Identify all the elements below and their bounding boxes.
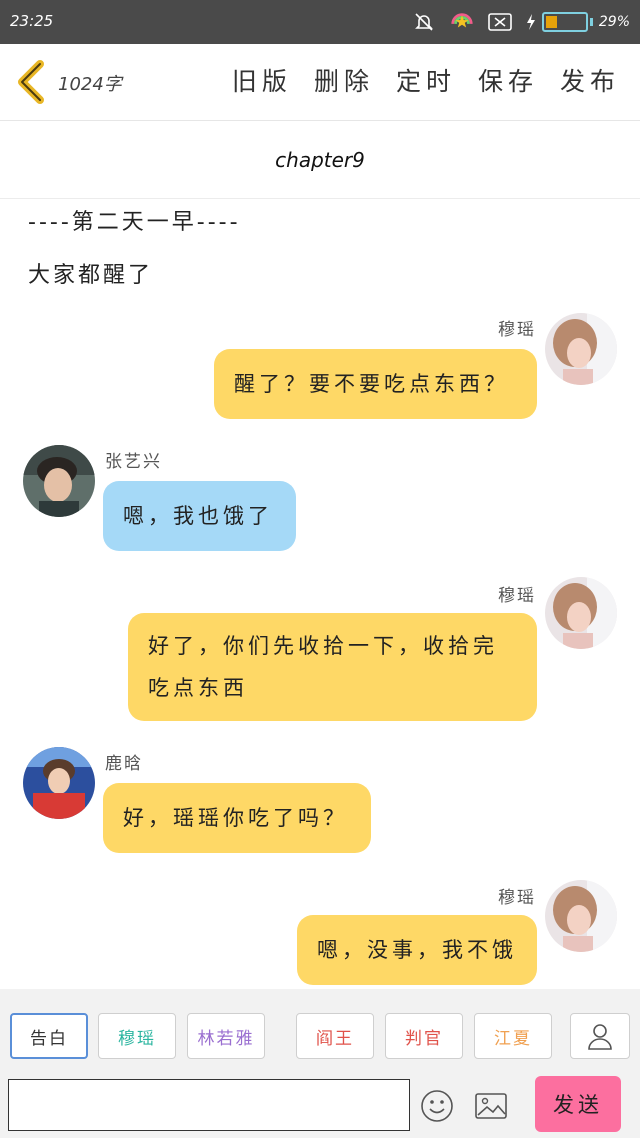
avatar-muyao[interactable] (545, 880, 617, 952)
narration-line: 大家都醒了 (28, 263, 154, 288)
battery-fill (545, 16, 557, 28)
message-input[interactable] (8, 1079, 410, 1131)
chip-character[interactable]: 判官 (385, 1013, 463, 1059)
chevron-left-icon (18, 60, 44, 104)
status-bar: 23:25 29% (0, 0, 640, 44)
chip-character[interactable]: 穆瑶 (98, 1013, 176, 1059)
emoji-button[interactable] (420, 1089, 454, 1123)
schedule-button[interactable]: 定时 (396, 62, 456, 98)
message-line: 好了，你们先收拾一下，收拾完 (148, 634, 498, 658)
publish-button[interactable]: 发布 (560, 62, 620, 98)
message-bubble[interactable]: 醒了？要不要吃点东西？ (214, 349, 537, 419)
message-sender-name: 穆瑶 (498, 888, 536, 908)
message-sender-name: 穆瑶 (498, 320, 536, 340)
message-bubble[interactable]: 嗯，我也饿了 (103, 481, 296, 551)
status-time: 23:25 (10, 12, 54, 30)
delete-button[interactable]: 删除 (314, 62, 374, 98)
message-bubble[interactable]: 好，瑶瑶你吃了吗？ (103, 783, 371, 853)
battery-percent: 29% (598, 14, 630, 30)
message-sender-name: 张艺兴 (105, 452, 162, 472)
status-icons: 29% (412, 8, 630, 36)
message-sender-name: 穆瑶 (498, 586, 536, 606)
back-button[interactable] (14, 58, 50, 106)
character-selector: 告白 穆瑶 林若雅 阎王 判官 江夏 (0, 989, 640, 1075)
charging-icon (526, 14, 535, 30)
user-icon (588, 1024, 612, 1050)
notification-muted-icon (412, 10, 436, 34)
smiley-icon (421, 1090, 453, 1122)
add-character-button[interactable] (570, 1013, 630, 1059)
app-star-icon (450, 10, 474, 34)
story-content: ----第二天一早---- 大家都醒了 穆瑶 醒了？要不要吃点东西？ 张艺兴 嗯… (0, 199, 640, 989)
message-bubble[interactable]: 好了，你们先收拾一下，收拾完 吃点东西 (128, 613, 537, 721)
editor-header: 1024字 旧版 删除 定时 保存 发布 (0, 44, 640, 121)
avatar-muyao[interactable] (545, 577, 617, 649)
battery-indicator: 29% (526, 12, 630, 32)
image-button[interactable] (474, 1089, 508, 1123)
message-sender-name: 鹿晗 (105, 754, 143, 774)
sim-off-icon (488, 10, 512, 34)
message-line: 吃点东西 (148, 676, 248, 700)
chip-character[interactable]: 林若雅 (187, 1013, 265, 1059)
avatar-zhangyixing[interactable] (23, 445, 95, 517)
save-button[interactable]: 保存 (478, 62, 538, 98)
chip-character[interactable]: 阎王 (296, 1013, 374, 1059)
chip-character[interactable]: 江夏 (474, 1013, 552, 1059)
narration-line: ----第二天一早---- (28, 210, 241, 235)
battery-icon (541, 12, 588, 32)
message-bubble[interactable]: 嗯，没事，我不饿 (297, 915, 537, 985)
chip-confession[interactable]: 告白 (10, 1013, 88, 1059)
send-button[interactable]: 发送 (535, 1076, 621, 1132)
header-actions: 旧版 删除 定时 保存 发布 (232, 62, 620, 98)
word-count: 1024字 (58, 74, 122, 95)
old-version-button[interactable]: 旧版 (232, 62, 292, 98)
avatar-muyao[interactable] (545, 313, 617, 385)
image-icon (475, 1093, 507, 1119)
chapter-title[interactable]: chapter9 (0, 121, 640, 199)
avatar-luhan[interactable] (23, 747, 95, 819)
